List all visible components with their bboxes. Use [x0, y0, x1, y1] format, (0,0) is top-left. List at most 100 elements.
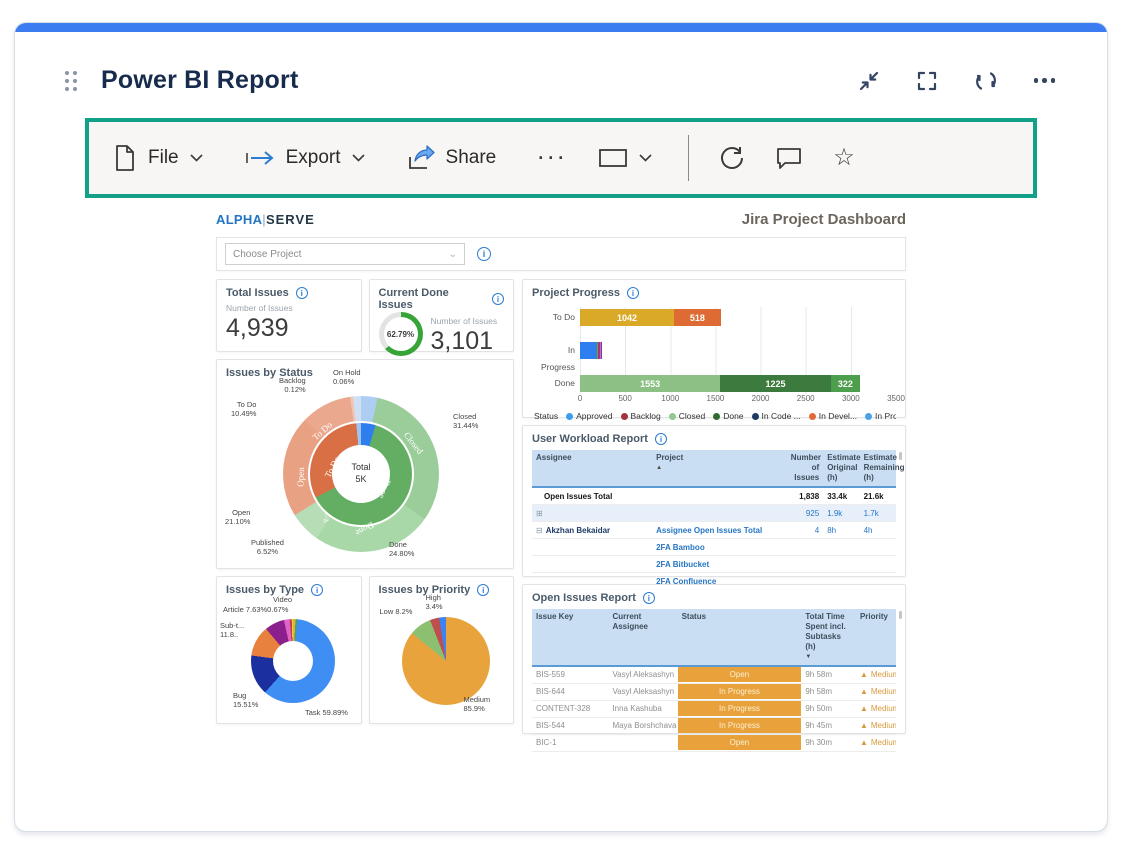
info-icon[interactable]: i: [492, 293, 504, 305]
column-header[interactable]: Priority: [856, 609, 896, 666]
visual-title: User Workload Report: [532, 433, 648, 445]
priority-pie-chart[interactable]: [402, 617, 490, 705]
jira-dashboard: ALPHA|SERVE Jira Project Dashboard Choos…: [216, 211, 906, 734]
bar-segment[interactable]: 322: [831, 375, 860, 392]
cell: CONTENT-328: [532, 700, 608, 717]
bar-segment[interactable]: 1225: [720, 375, 831, 392]
view-mode-button[interactable]: [598, 147, 652, 169]
project-link[interactable]: Assignee Open Issues Total: [656, 526, 762, 535]
legend-label: Done: [723, 411, 743, 421]
callout-onhold: On Hold 0.06%: [333, 368, 361, 386]
refresh-icon[interactable]: [974, 70, 998, 92]
cell: Vasyl Aleksashyn: [608, 666, 677, 684]
project-link[interactable]: 2FA Bitbucket: [656, 560, 709, 569]
bar-segment[interactable]: [601, 342, 602, 359]
powerbi-macro-card: Power BI Report File Export: [14, 22, 1108, 832]
refresh-visuals-button[interactable]: [719, 145, 745, 171]
open-issue-row[interactable]: BIS-559Vasyl AleksashynOpen9h 58m▲Medium: [532, 666, 896, 684]
type-donut-chart[interactable]: [251, 619, 335, 703]
info-icon[interactable]: i: [296, 287, 308, 299]
assignee-name: Akzhan Bekaidar: [546, 526, 610, 535]
cell: 1.9k: [823, 505, 859, 522]
info-icon[interactable]: i: [311, 584, 323, 596]
collapse-icon[interactable]: ⊟: [536, 526, 543, 535]
table-row[interactable]: 2FA Bamboo: [532, 539, 896, 556]
scrollbar[interactable]: [899, 452, 902, 460]
bar-category-label: Done: [532, 375, 575, 392]
bar-segment[interactable]: 518: [674, 309, 721, 326]
favorite-star-icon[interactable]: ☆: [833, 146, 855, 170]
table-row[interactable]: ⊞ 925 1.9k 1.7k: [532, 505, 896, 522]
share-button[interactable]: Share: [407, 145, 497, 171]
cell: In Progress: [678, 683, 802, 700]
fullscreen-icon[interactable]: [916, 70, 938, 92]
info-icon[interactable]: i: [477, 584, 489, 596]
bar-segment[interactable]: 1553: [580, 375, 720, 392]
file-menu-button[interactable]: File: [113, 144, 203, 172]
scrollbar[interactable]: [899, 611, 902, 619]
legend-item[interactable]: In Devel...: [809, 411, 857, 421]
export-icon: [245, 149, 275, 167]
bar-segment[interactable]: [580, 342, 597, 359]
expand-icon[interactable]: ⊞: [536, 509, 543, 518]
column-header[interactable]: Total Time Spent incl. Subtasks (h)▼: [801, 609, 856, 666]
table-row[interactable]: ⊟Akzhan Bekaidar Assignee Open Issues To…: [532, 522, 896, 539]
cell: ▲Medium: [856, 666, 896, 684]
open-issue-row[interactable]: BIS-544Maya BorshchavaIn Progress9h 45m▲…: [532, 717, 896, 734]
view-rectangle-icon: [598, 147, 628, 169]
comment-button[interactable]: [775, 145, 803, 171]
open-issue-row[interactable]: CONTENT-328Inna KashubaIn Progress9h 50m…: [532, 700, 896, 717]
alphaserve-logo: ALPHA|SERVE: [216, 212, 315, 227]
column-header[interactable]: Number of Issues: [787, 450, 823, 487]
info-icon[interactable]: i: [643, 592, 655, 604]
visual-title: Issues by Priority: [379, 584, 471, 596]
legend-label: In Code ...: [762, 411, 801, 421]
more-options-icon[interactable]: [1034, 78, 1056, 83]
priority-triangle-icon: ▲: [860, 670, 868, 679]
project-link[interactable]: 2FA Bamboo: [656, 543, 705, 552]
collapse-icon[interactable]: [858, 70, 880, 92]
cell: BIS-559: [532, 666, 608, 684]
priority-label: Medium: [871, 704, 896, 713]
bar-value-label: 322: [838, 379, 853, 389]
column-header[interactable]: Estimate Remaining (h): [860, 450, 896, 487]
legend-item[interactable]: Backlog: [621, 411, 661, 421]
export-menu-button[interactable]: Export: [245, 147, 365, 169]
powerbi-toolbar: File Export Share ··· ☆: [85, 118, 1037, 198]
column-header[interactable]: Project▲: [652, 450, 787, 487]
legend-label: Approved: [576, 411, 612, 421]
info-icon[interactable]: i: [655, 433, 667, 445]
legend-item[interactable]: Closed: [669, 411, 705, 421]
legend-item[interactable]: In Code ...: [752, 411, 801, 421]
info-icon[interactable]: i: [477, 247, 491, 261]
column-header[interactable]: Status: [678, 609, 802, 666]
table-row[interactable]: 2FA Bitbucket: [532, 556, 896, 573]
toolbar-more-icon[interactable]: ···: [538, 148, 568, 169]
priority-triangle-icon: ▲: [860, 687, 868, 696]
kpi-subtitle: Number of Issues: [226, 303, 352, 313]
cell: BIC-1: [532, 734, 608, 751]
choose-project-select[interactable]: Choose Project ⌄: [225, 243, 465, 265]
x-tick-label: 2000: [752, 394, 770, 403]
x-tick-label: 3000: [842, 394, 860, 403]
status-badge: Open: [678, 667, 802, 682]
drag-handle-icon[interactable]: [65, 71, 77, 91]
open-issue-row[interactable]: BIC-1Open9h 30m▲Medium: [532, 734, 896, 751]
status-sunburst-chart[interactable]: Total 5K To Do To Do Open Closed Done Do…: [283, 396, 439, 552]
legend-item[interactable]: Approved: [566, 411, 612, 421]
legend-item[interactable]: Done: [713, 411, 743, 421]
chevron-down-icon: [190, 154, 203, 162]
row-label: Open Issues Total: [532, 487, 652, 505]
info-icon[interactable]: i: [627, 287, 639, 299]
bar-segment[interactable]: 1042: [580, 309, 674, 326]
visual-title: Total Issues: [226, 287, 289, 299]
legend-item[interactable]: In Progr...: [865, 411, 896, 421]
column-header[interactable]: Assignee: [532, 450, 652, 487]
column-header[interactable]: Current Assignee: [608, 609, 677, 666]
total-issues-value: 4,939: [226, 314, 352, 343]
table-row[interactable]: Open Issues Total 1,838 33.4k 21.6k: [532, 487, 896, 505]
open-issue-row[interactable]: BIS-644Vasyl AleksashynIn Progress9h 58m…: [532, 683, 896, 700]
brand-serve: SERVE: [266, 212, 315, 227]
column-header[interactable]: Issue Key: [532, 609, 608, 666]
column-header[interactable]: Estimate Original (h): [823, 450, 859, 487]
